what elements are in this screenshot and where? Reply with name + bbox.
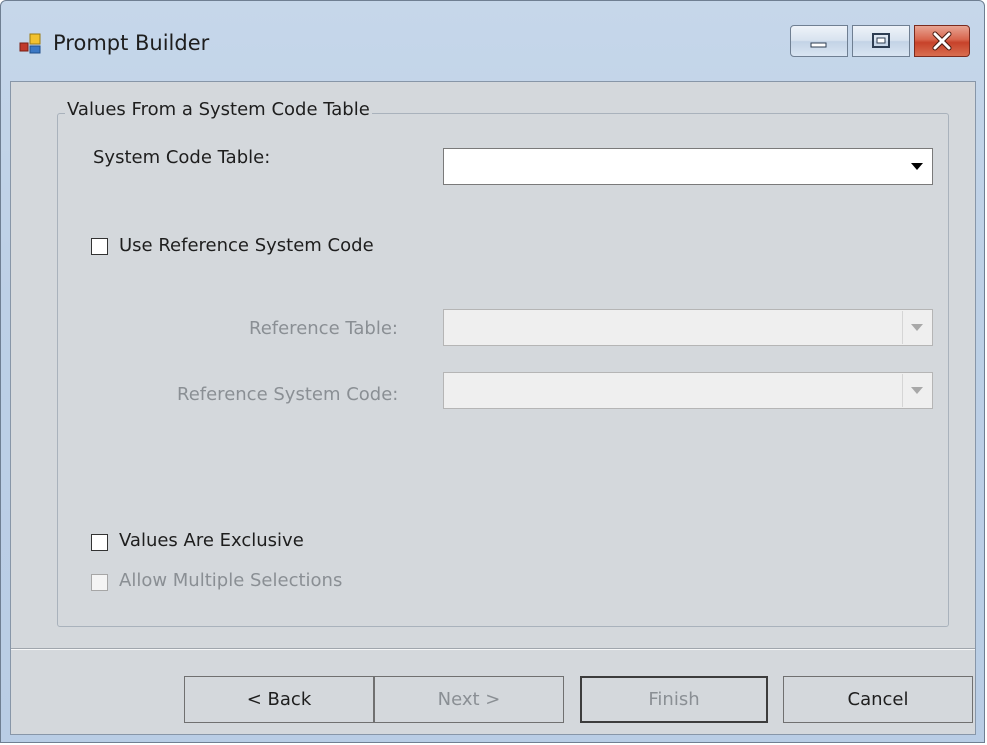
button-separator: [11, 648, 975, 650]
minimize-icon: [810, 42, 827, 48]
dialog-client-area: Values From a System Code Table System C…: [10, 81, 976, 735]
system-code-table-label: System Code Table:: [93, 147, 271, 168]
reference-table-label: Reference Table:: [249, 318, 398, 339]
finish-button[interactable]: Finish: [580, 676, 768, 723]
title-bar[interactable]: Prompt Builder: [1, 1, 984, 81]
reference-system-code-label: Reference System Code:: [177, 384, 399, 405]
chevron-down-icon[interactable]: [902, 374, 931, 407]
groupbox-title: Values From a System Code Table: [65, 99, 372, 120]
back-button[interactable]: < Back: [184, 676, 374, 723]
minimize-button[interactable]: [790, 25, 848, 57]
use-reference-checkbox[interactable]: [91, 238, 108, 255]
close-icon: [932, 31, 952, 51]
allow-multiple-label[interactable]: Allow Multiple Selections: [119, 570, 342, 591]
app-window-icon: [19, 33, 41, 54]
cancel-button[interactable]: Cancel: [783, 676, 973, 723]
use-reference-label[interactable]: Use Reference System Code: [119, 235, 374, 256]
chevron-down-icon[interactable]: [903, 150, 931, 183]
values-exclusive-checkbox[interactable]: [91, 534, 108, 551]
chevron-down-icon[interactable]: [902, 311, 931, 344]
close-button[interactable]: [914, 25, 970, 57]
maximize-icon: [872, 33, 890, 48]
values-exclusive-label[interactable]: Values Are Exclusive: [119, 530, 304, 551]
reference-table-dropdown[interactable]: [443, 309, 933, 346]
next-button[interactable]: Next >: [374, 676, 564, 723]
reference-system-code-dropdown[interactable]: [443, 372, 933, 409]
allow-multiple-checkbox[interactable]: [91, 574, 108, 591]
window-title: Prompt Builder: [53, 31, 210, 55]
maximize-button[interactable]: [852, 25, 910, 57]
system-code-table-dropdown[interactable]: [443, 148, 933, 185]
prompt-builder-window: Prompt Builder Values From a System Code…: [0, 0, 985, 743]
